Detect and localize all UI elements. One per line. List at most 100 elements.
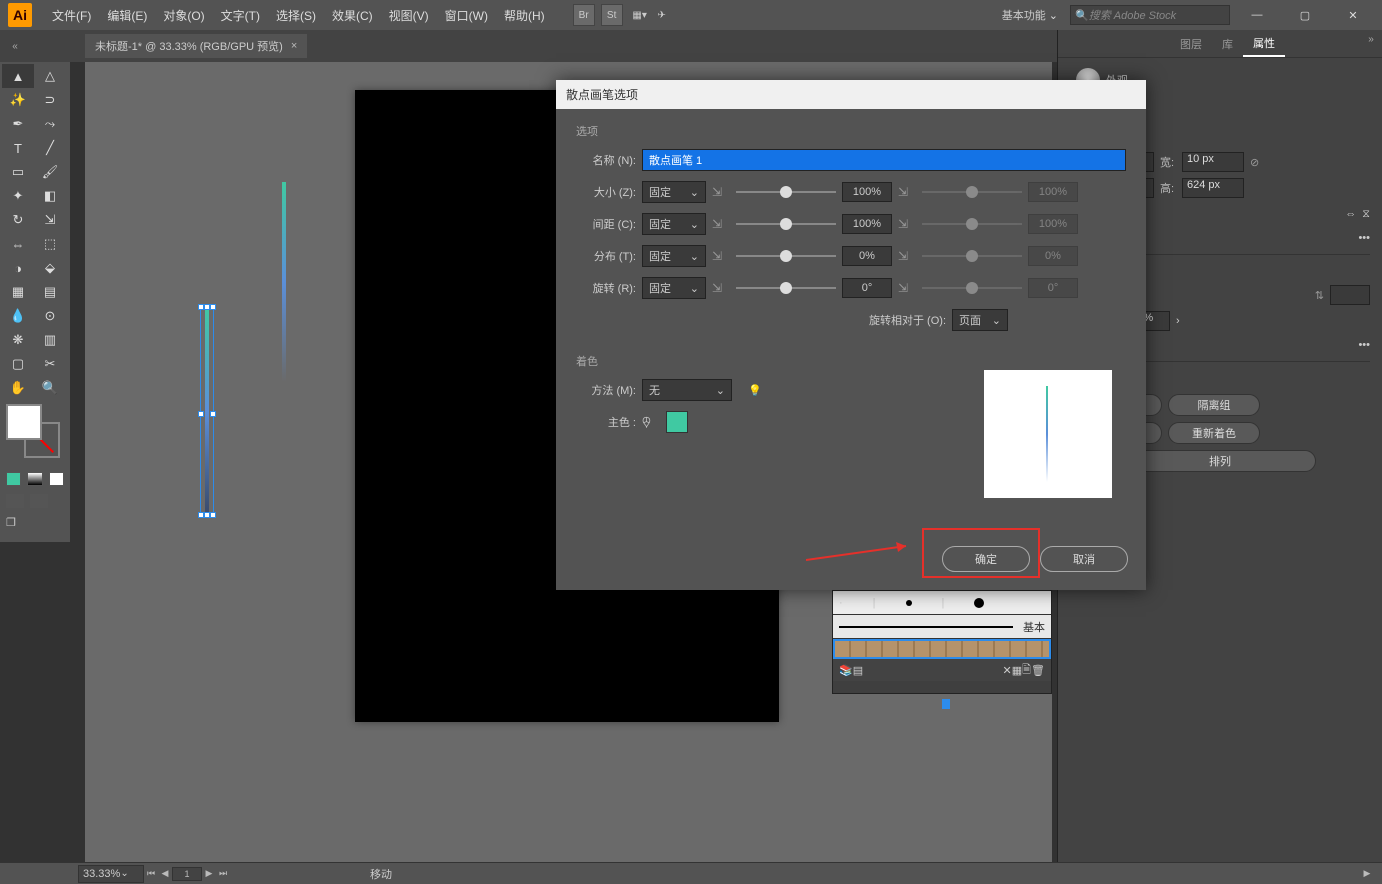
rotation-slider[interactable] bbox=[736, 278, 836, 298]
menu-select[interactable]: 选择(S) bbox=[268, 7, 324, 24]
brush-row-pattern[interactable] bbox=[833, 639, 1051, 659]
gradient-tool[interactable]: ▤ bbox=[34, 280, 66, 304]
size-mode-select[interactable]: 固定⌄ bbox=[642, 181, 706, 203]
width-tool[interactable]: ⇔ bbox=[2, 232, 34, 256]
artboard-tool[interactable]: ▢ bbox=[2, 352, 34, 376]
screen-mode-icon[interactable] bbox=[6, 494, 24, 508]
nav-last-icon[interactable]: ⏭ bbox=[216, 867, 230, 881]
lasso-tool[interactable]: ⊃ bbox=[34, 88, 66, 112]
menu-file[interactable]: 文件(F) bbox=[44, 7, 99, 24]
more-options-icon[interactable]: ••• bbox=[1358, 232, 1370, 244]
isolate-button[interactable]: 隔离组 bbox=[1168, 394, 1260, 416]
symbol-sprayer-tool[interactable]: ❋ bbox=[2, 328, 34, 352]
h-input[interactable]: 624 px bbox=[1182, 178, 1244, 198]
scatter-value[interactable]: 0% bbox=[842, 246, 892, 266]
scale-tool[interactable]: ⇲ bbox=[34, 208, 66, 232]
zoom-input[interactable]: 33.33% ⌄ bbox=[78, 865, 144, 883]
recolor-button[interactable]: 重新着色 bbox=[1168, 422, 1260, 444]
direct-selection-tool[interactable]: △ bbox=[34, 64, 66, 88]
nav-prev-icon[interactable]: ◀ bbox=[158, 867, 172, 881]
curvature-tool[interactable]: ⤳ bbox=[34, 112, 66, 136]
zoom-tool[interactable]: 🔍 bbox=[34, 376, 66, 400]
w-input[interactable]: 10 px bbox=[1182, 152, 1244, 172]
scatter-mode-select[interactable]: 固定⌄ bbox=[642, 245, 706, 267]
brush-options-icon[interactable]: ▦ bbox=[1012, 664, 1022, 677]
brush-row-dots[interactable]: ·|| bbox=[833, 591, 1051, 615]
tab-layers[interactable]: 图层 bbox=[1170, 32, 1212, 56]
arrange-icon[interactable]: ▦▾ bbox=[629, 4, 651, 26]
flip-v-icon[interactable]: ⧖ bbox=[1362, 208, 1370, 221]
workspace-selector[interactable]: 基本功能 ⌄ bbox=[996, 5, 1064, 25]
method-select[interactable]: 无⌄ bbox=[642, 379, 732, 401]
menu-view[interactable]: 视图(V) bbox=[381, 7, 437, 24]
cancel-button[interactable]: 取消 bbox=[1040, 546, 1128, 572]
menu-window[interactable]: 窗口(W) bbox=[437, 7, 496, 24]
rotation-relative-select[interactable]: 页面⌄ bbox=[952, 309, 1008, 331]
gradient-mode-icon[interactable] bbox=[27, 472, 42, 486]
mesh-tool[interactable]: ▦ bbox=[2, 280, 34, 304]
spacing-value[interactable]: 100% bbox=[842, 214, 892, 234]
nav-next-icon[interactable]: ▶ bbox=[202, 867, 216, 881]
rotate-tool[interactable]: ↻ bbox=[2, 208, 34, 232]
size-slider[interactable] bbox=[736, 182, 836, 202]
flip-h-icon[interactable]: ⇔ bbox=[1345, 208, 1356, 220]
stock-icon[interactable]: St bbox=[601, 4, 623, 26]
keycolor-swatch[interactable] bbox=[666, 411, 688, 433]
brush-lib2-icon[interactable]: ▤ bbox=[853, 664, 863, 677]
magic-wand-tool[interactable]: ✨ bbox=[2, 88, 34, 112]
free-transform-tool[interactable]: ⬚ bbox=[34, 232, 66, 256]
menu-edit[interactable]: 编辑(E) bbox=[99, 7, 155, 24]
perspective-tool[interactable]: ⬙ bbox=[34, 256, 66, 280]
menu-help[interactable]: 帮助(H) bbox=[496, 7, 553, 24]
slice-tool[interactable]: ✂ bbox=[34, 352, 66, 376]
brush-name-input[interactable] bbox=[642, 149, 1126, 171]
minimize-button[interactable]: — bbox=[1236, 2, 1278, 28]
tab-properties[interactable]: 属性 bbox=[1243, 31, 1285, 57]
gpu-icon[interactable]: ✈ bbox=[651, 4, 673, 26]
close-button[interactable]: ✕ bbox=[1332, 2, 1374, 28]
shape-builder-tool[interactable]: ◑ bbox=[2, 256, 34, 280]
type-tool[interactable]: T bbox=[2, 136, 34, 160]
selected-object[interactable] bbox=[200, 306, 214, 516]
spacing-slider[interactable] bbox=[736, 214, 836, 234]
blend-tool[interactable]: ⊙ bbox=[34, 304, 66, 328]
overlap-icon[interactable]: ❐ bbox=[6, 516, 34, 534]
scroll-right-icon[interactable]: ▶ bbox=[1360, 867, 1374, 881]
search-stock-input[interactable]: 🔍 搜索 Adobe Stock bbox=[1070, 5, 1230, 25]
spacing-mode-select[interactable]: 固定⌄ bbox=[642, 213, 706, 235]
tab-libraries[interactable]: 库 bbox=[1212, 32, 1243, 56]
paintbrush-tool[interactable]: 🖌 bbox=[34, 160, 66, 184]
graph-tool[interactable]: ▥ bbox=[34, 328, 66, 352]
close-tab-icon[interactable]: × bbox=[291, 40, 297, 52]
panel-collapse-icon[interactable]: » bbox=[1364, 34, 1378, 45]
color-mode-icon[interactable] bbox=[6, 472, 21, 486]
hand-tool[interactable]: ✋ bbox=[2, 376, 34, 400]
scatter-slider[interactable] bbox=[736, 246, 836, 266]
nav-first-icon[interactable]: ⏮ bbox=[144, 867, 158, 881]
stroke-weight-input[interactable] bbox=[1330, 285, 1370, 305]
line-tool[interactable]: ╱ bbox=[34, 136, 66, 160]
rotation-mode-select[interactable]: 固定⌄ bbox=[642, 277, 706, 299]
menu-object[interactable]: 对象(O) bbox=[155, 7, 212, 24]
opacity-dropdown-icon[interactable]: › bbox=[1176, 315, 1180, 327]
draw-mode-icon[interactable] bbox=[30, 494, 48, 508]
eyedropper-icon[interactable]: 𖠕 bbox=[642, 413, 660, 431]
eraser-tool[interactable]: ◧ bbox=[34, 184, 66, 208]
panel-drag-handle[interactable] bbox=[942, 699, 950, 709]
bridge-icon[interactable]: Br bbox=[573, 4, 595, 26]
shaper-tool[interactable]: ✦ bbox=[2, 184, 34, 208]
stroke-stepper-icon[interactable]: ⇅ bbox=[1315, 289, 1324, 302]
delete-brush-icon[interactable]: 🗑 bbox=[1031, 664, 1045, 677]
fill-stroke-control[interactable] bbox=[6, 404, 64, 462]
brush-library-icon[interactable]: 📚 bbox=[839, 664, 853, 677]
eyedropper-tool[interactable]: 💧 bbox=[2, 304, 34, 328]
none-mode-icon[interactable] bbox=[49, 472, 64, 486]
new-brush-icon[interactable]: 🗎 bbox=[1022, 661, 1031, 680]
rotation-value[interactable]: 0° bbox=[842, 278, 892, 298]
menu-type[interactable]: 文字(T) bbox=[213, 7, 268, 24]
align-button[interactable]: 排列 bbox=[1124, 450, 1316, 472]
maximize-button[interactable]: ▢ bbox=[1284, 2, 1326, 28]
size-value[interactable]: 100% bbox=[842, 182, 892, 202]
menu-effect[interactable]: 效果(C) bbox=[324, 7, 381, 24]
more-options-icon-2[interactable]: ••• bbox=[1358, 339, 1370, 351]
